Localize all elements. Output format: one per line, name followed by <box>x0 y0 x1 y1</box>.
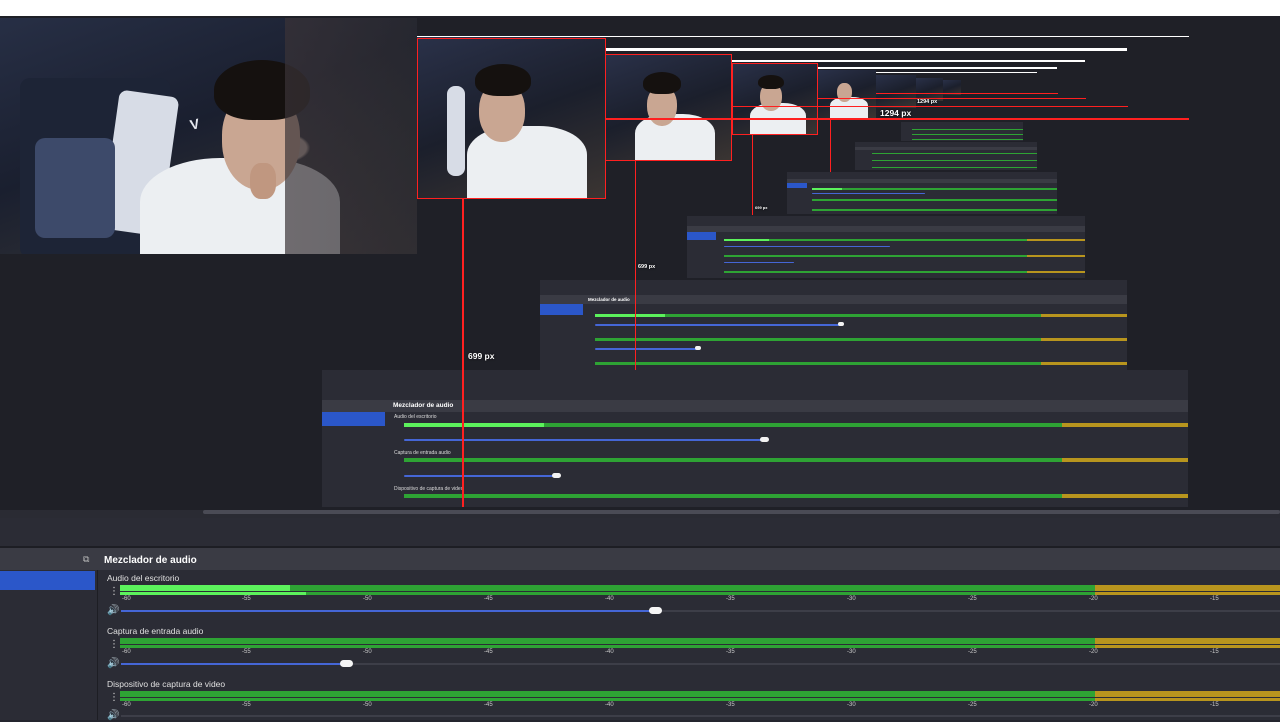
measure-line-horizontal-2 <box>732 106 1128 107</box>
tick-label: -25 <box>968 702 977 708</box>
volume-slider-input-capture[interactable] <box>340 660 353 667</box>
volume-track-video-capture[interactable] <box>121 715 1280 717</box>
volume-slider-desktop-audio[interactable] <box>649 607 662 614</box>
volume-fill-input-capture <box>121 663 341 665</box>
dock-float-icon[interactable]: ⧉ <box>83 555 93 565</box>
dock-sidebar <box>0 570 98 720</box>
scrollbar-thumb[interactable] <box>203 510 1280 514</box>
window-top-bar <box>0 0 1280 16</box>
level-meter-desktop-audio-right <box>120 592 1280 595</box>
tick-label: -60 <box>122 702 131 708</box>
tick-label: -55 <box>242 596 251 602</box>
webcam-feed: V <box>0 18 417 254</box>
tick-label: -60 <box>122 596 131 602</box>
tick-label: -25 <box>968 596 977 602</box>
tick-label: -40 <box>605 649 614 655</box>
tick-label: -20 <box>1089 702 1098 708</box>
measure-label-699: 699 px <box>468 351 495 361</box>
tick-label: -40 <box>605 702 614 708</box>
vertical-dots-icon[interactable]: ⋮ <box>109 639 119 651</box>
tick-label: -50 <box>363 596 372 602</box>
nested-mixer-6 <box>901 122 1023 141</box>
speaker-icon[interactable]: 🔊 <box>107 658 119 670</box>
tick-label: -55 <box>242 702 251 708</box>
tick-label: -30 <box>847 596 856 602</box>
tick-label: -55 <box>242 649 251 655</box>
nested-webcam-5 <box>876 75 916 108</box>
tick-label: -30 <box>847 702 856 708</box>
channel-name-video-capture: Dispositivo de captura de video <box>107 679 226 689</box>
nested-mixer-2: Mezclador de audio <box>540 280 1127 370</box>
tick-label: -15 <box>1210 702 1219 708</box>
nested-topbar-5 <box>876 72 1037 73</box>
speaker-icon[interactable]: 🔊 <box>107 605 119 617</box>
measure-line-vertical-3 <box>752 135 753 215</box>
measure-line-horizontal-1 <box>605 118 1189 120</box>
tick-label: -45 <box>484 649 493 655</box>
speaker-icon[interactable]: 🔊 <box>107 710 119 722</box>
measure-box-3 <box>732 63 818 135</box>
level-meter-input-capture-right <box>120 645 1280 648</box>
measure-box-1 <box>417 38 606 199</box>
mixer-title: Mezclador de audio <box>104 555 197 566</box>
tick-label: -35 <box>726 702 735 708</box>
measure-box-2 <box>605 54 732 161</box>
level-meter-video-capture <box>120 691 1280 697</box>
nested-mixer-5 <box>855 142 1037 170</box>
measure-label-1294: 1294 px <box>880 108 912 118</box>
measure-label-699-small: 699 px <box>638 264 656 270</box>
tick-label: -15 <box>1210 649 1219 655</box>
tick-label: -50 <box>363 702 372 708</box>
nested-topbar-3 <box>732 60 1085 62</box>
tick-label: -30 <box>847 649 856 655</box>
measure-label-699-tiny: 699 px <box>755 205 768 210</box>
chair-logo: V <box>188 115 201 133</box>
measure-line-horizontal-3 <box>818 98 1086 99</box>
tick-label: -25 <box>968 649 977 655</box>
vertical-dots-icon[interactable]: ⋮ <box>109 692 119 704</box>
measure-label-1294-small: 1294 px <box>917 99 938 105</box>
measure-line-vertical-2 <box>635 160 636 370</box>
tick-label: -20 <box>1089 596 1098 602</box>
tick-label: -45 <box>484 596 493 602</box>
tick-label: -35 <box>726 596 735 602</box>
measure-line-horizontal-4 <box>876 93 1058 94</box>
tick-label: -50 <box>363 649 372 655</box>
tick-label: -20 <box>1089 649 1098 655</box>
nested-topbar-2 <box>605 48 1127 51</box>
nested-topbar-4 <box>818 67 1057 69</box>
level-meter-input-capture <box>120 638 1280 644</box>
level-meter-desktop-audio <box>120 585 1280 591</box>
tick-label: -40 <box>605 596 614 602</box>
level-meter-video-capture-right <box>120 698 1280 701</box>
dock-sidebar-selected-item[interactable] <box>0 571 95 590</box>
channel-name-input-capture: Captura de entrada audio <box>107 626 204 636</box>
tick-label: -60 <box>122 649 131 655</box>
nested-mixer-4 <box>787 172 1057 214</box>
measure-line-vertical-4 <box>830 118 831 172</box>
nested-mixer-1: Mezclador de audio Audio del escritorio … <box>322 370 1188 507</box>
channel-name-desktop-audio: Audio del escritorio <box>107 573 180 583</box>
vertical-dots-icon[interactable]: ⋮ <box>109 586 119 598</box>
tick-label: -15 <box>1210 596 1219 602</box>
tick-label: -45 <box>484 702 493 708</box>
measure-line-vertical-1 <box>462 199 464 507</box>
tick-label: -35 <box>726 649 735 655</box>
nested-webcam-4 <box>818 70 876 118</box>
volume-fill-desktop-audio <box>121 610 655 612</box>
nested-mixer-3 <box>687 216 1085 278</box>
